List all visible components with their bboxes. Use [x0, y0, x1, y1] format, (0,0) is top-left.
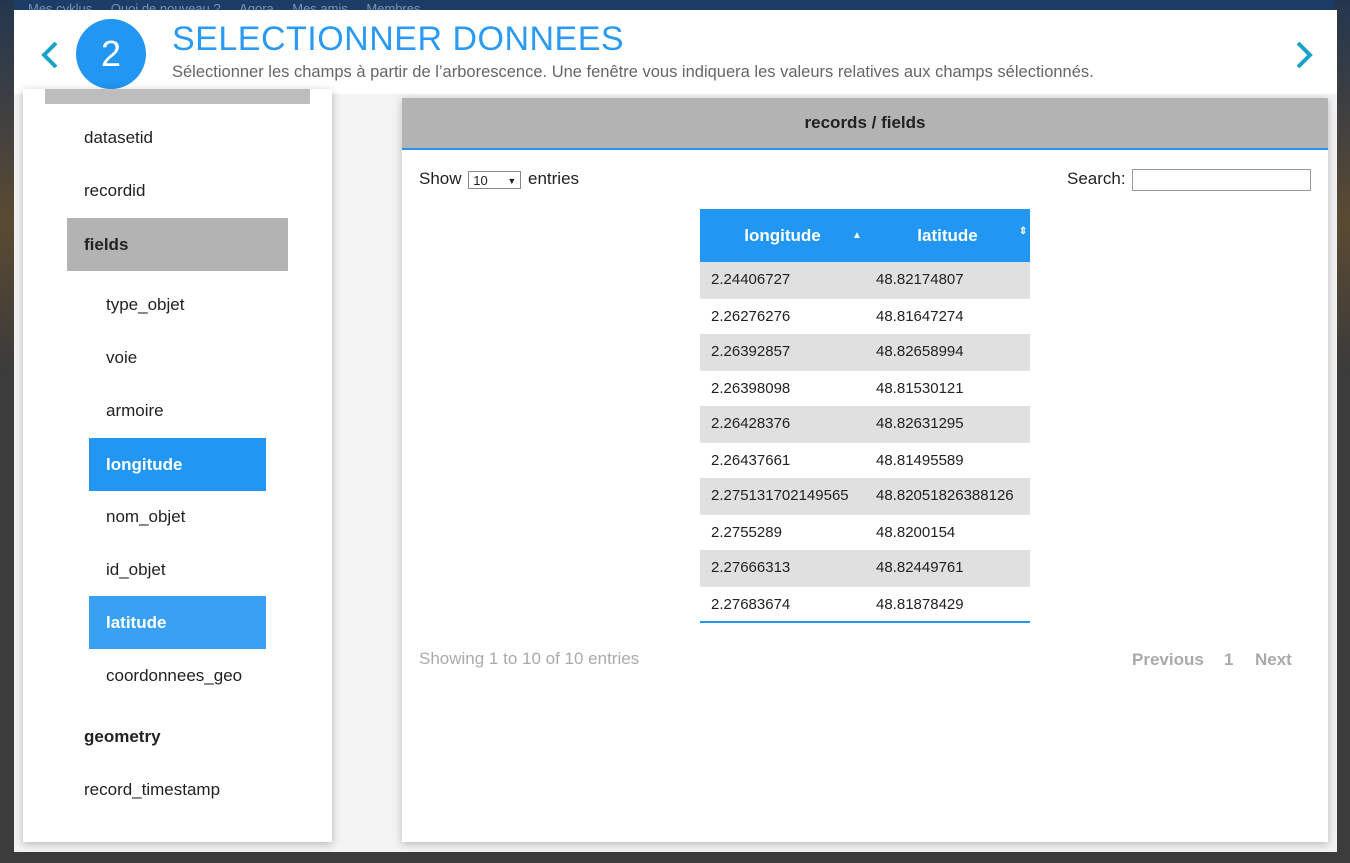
- column-header-latitude[interactable]: latitude ⇕: [865, 209, 1030, 262]
- tree-item-partial[interactable]: [45, 89, 310, 104]
- show-label: Show: [419, 169, 462, 188]
- cell-latitude: 48.81495589: [876, 452, 964, 469]
- cell-latitude: 48.81647274: [876, 308, 964, 325]
- entries-length-control: Show 10 ▼ entries: [419, 169, 579, 189]
- cell-longitude: 2.26398098: [711, 380, 791, 397]
- column-header-longitude[interactable]: longitude ▲: [700, 209, 865, 262]
- search-input[interactable]: [1132, 169, 1311, 191]
- tree-item-record-timestamp[interactable]: record_timestamp: [84, 763, 220, 816]
- sort-asc-icon: ▲: [852, 230, 862, 241]
- cell-latitude: 48.8200154: [876, 524, 956, 541]
- values-panel: records / fields Show 10 ▼ entries Search…: [402, 98, 1328, 842]
- cell-longitude: 2.27666313: [711, 559, 791, 576]
- dropdown-arrow-icon: ▼: [507, 175, 517, 186]
- cell-latitude: 48.82631295: [876, 415, 964, 432]
- cell-latitude: 48.82449761: [876, 559, 964, 576]
- tree-item-latitude[interactable]: latitude: [89, 596, 266, 649]
- field-tree-panel: datasetid recordid fields type_objet voi…: [23, 89, 332, 842]
- cell-longitude: 2.26276276: [711, 308, 791, 325]
- pagination-previous-button[interactable]: Previous: [1132, 650, 1204, 670]
- wizard-modal: 2 SELECTIONNER DONNEES Sélectionner les …: [14, 10, 1337, 852]
- table-row[interactable]: 2.26437661 48.81495589: [700, 442, 1030, 478]
- values-panel-title: records / fields: [402, 98, 1328, 150]
- tree-item-datasetid[interactable]: datasetid: [84, 111, 153, 164]
- table-row[interactable]: 2.27683674 48.81878429: [700, 586, 1030, 622]
- table-row[interactable]: 2.26276276 48.81647274: [700, 298, 1030, 334]
- cell-latitude: 48.81530121: [876, 380, 964, 397]
- tree-item-recordid[interactable]: recordid: [84, 164, 145, 217]
- tree-item-voie[interactable]: voie: [106, 331, 137, 384]
- column-header-label: longitude: [744, 226, 821, 245]
- table-row[interactable]: 2.26428376 48.82631295: [700, 406, 1030, 442]
- cell-longitude: 2.275131702149565: [711, 487, 849, 504]
- cell-longitude: 2.26392857: [711, 343, 791, 360]
- chevron-right-icon[interactable]: [1288, 38, 1318, 72]
- cell-longitude: 2.26428376: [711, 415, 791, 432]
- column-header-label: latitude: [917, 226, 978, 245]
- step-number-badge: 2: [76, 19, 146, 89]
- cell-longitude: 2.24406727: [711, 271, 791, 288]
- tree-item-id-objet[interactable]: id_objet: [106, 543, 166, 596]
- chevron-left-icon[interactable]: [36, 38, 66, 72]
- tree-item-armoire[interactable]: armoire: [106, 384, 164, 437]
- cell-longitude: 2.26437661: [711, 452, 791, 469]
- sort-both-icon: ⇕: [1019, 226, 1028, 237]
- step-subtitle: Sélectionner les champs à partir de l’ar…: [172, 63, 1094, 81]
- step-title: SELECTIONNER DONNEES: [172, 20, 625, 58]
- cell-latitude: 48.82174807: [876, 271, 964, 288]
- wizard-header: 2 SELECTIONNER DONNEES Sélectionner les …: [14, 10, 1337, 94]
- table-row[interactable]: 2.2755289 48.8200154: [700, 514, 1030, 550]
- table-bottom-border: [700, 621, 1030, 623]
- table-row[interactable]: 2.26398098 48.81530121: [700, 370, 1030, 406]
- table-info: Showing 1 to 10 of 10 entries: [419, 649, 640, 668]
- entries-select[interactable]: 10 ▼: [468, 170, 522, 189]
- tree-item-nom-objet[interactable]: nom_objet: [106, 490, 185, 543]
- tree-item-geometry[interactable]: geometry: [84, 710, 161, 763]
- cell-longitude: 2.2755289: [711, 524, 782, 541]
- pagination-page-button[interactable]: 1: [1224, 650, 1233, 670]
- table-row[interactable]: 2.26392857 48.82658994: [700, 334, 1030, 370]
- tree-item-type-objet[interactable]: type_objet: [106, 278, 184, 331]
- search-label: Search:: [1067, 169, 1126, 188]
- cell-latitude: 48.81878429: [876, 596, 964, 613]
- cell-latitude: 48.82051826388126: [876, 487, 1014, 504]
- tree-item-longitude[interactable]: longitude: [89, 438, 266, 491]
- tree-item-coordonnees-geo[interactable]: coordonnees_geo: [106, 649, 242, 702]
- entries-label: entries: [528, 169, 580, 188]
- cell-latitude: 48.82658994: [876, 343, 964, 360]
- table-row[interactable]: 2.24406727 48.82174807: [700, 262, 1030, 298]
- tree-item-fields[interactable]: fields: [67, 218, 288, 271]
- cell-longitude: 2.27683674: [711, 596, 791, 613]
- entries-select-value: 10: [473, 172, 488, 188]
- table-row[interactable]: 2.27666313 48.82449761: [700, 550, 1030, 586]
- pagination-next-button[interactable]: Next: [1255, 650, 1292, 670]
- table-row[interactable]: 2.275131702149565 48.82051826388126: [700, 478, 1030, 514]
